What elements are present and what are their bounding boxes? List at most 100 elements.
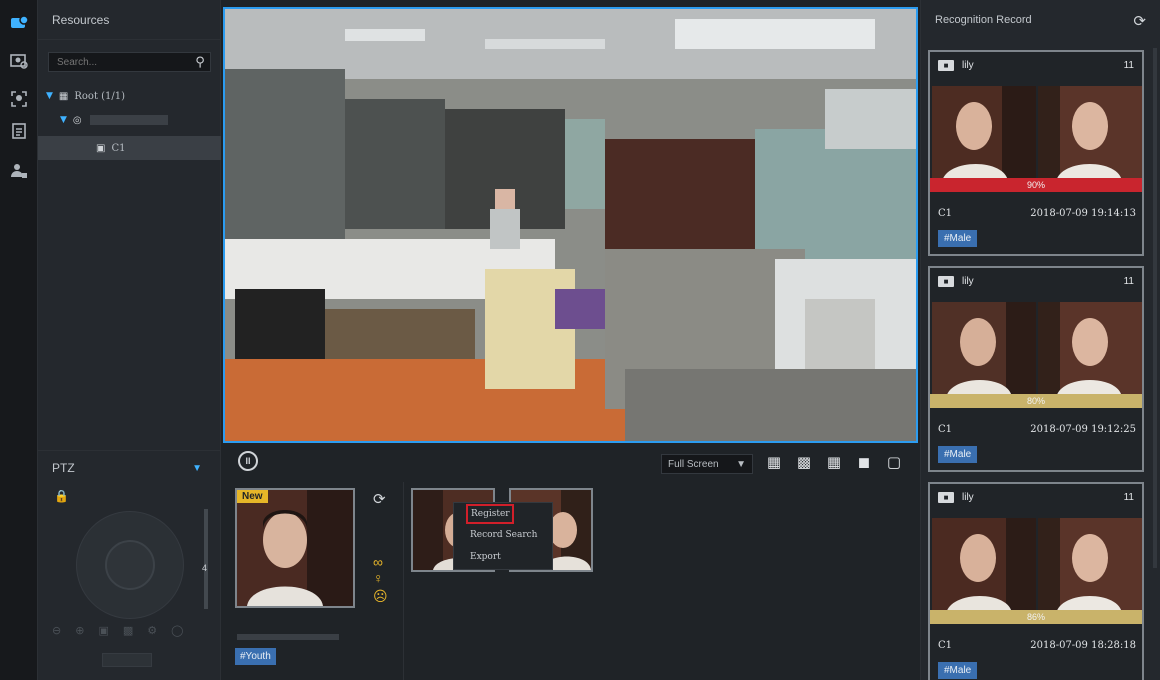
recognition-panel: Recognition Record ⟳ ■ lily 11 90% C1 201… bbox=[920, 0, 1160, 680]
iris-icon[interactable]: ⚙ bbox=[147, 624, 157, 637]
menu-item-register[interactable]: Register bbox=[466, 504, 514, 524]
custom-layout-icon[interactable]: ◼ bbox=[855, 454, 873, 472]
view-mode-value: Full Screen bbox=[668, 458, 719, 470]
library-face-image bbox=[1038, 86, 1142, 182]
chevron-down-icon[interactable]: ▼ bbox=[192, 463, 202, 474]
face-recognition-client: Resources ⚲ ▼ ▦ Root (1/1) ▼ ◎ ▣ C1 PTZ … bbox=[0, 0, 1160, 680]
organization-icon: ▦ bbox=[58, 90, 69, 102]
pause-icon[interactable]: II bbox=[238, 451, 258, 471]
focus-near-icon[interactable]: ▣ bbox=[98, 624, 108, 637]
attribute-tag: #Youth bbox=[235, 648, 276, 665]
glasses-icon: ∞ bbox=[373, 554, 383, 570]
search-box: ⚲ bbox=[48, 52, 211, 72]
similarity-score: 86% bbox=[930, 610, 1142, 624]
capture-count: 11 bbox=[1123, 276, 1134, 287]
capture-info-bar bbox=[237, 634, 339, 640]
library-face-image bbox=[1038, 302, 1142, 398]
face-pair bbox=[930, 302, 1142, 398]
ptz-joystick-center[interactable] bbox=[105, 540, 155, 590]
history-icon[interactable]: ⟳ bbox=[373, 490, 386, 508]
scrollbar[interactable] bbox=[1153, 48, 1157, 568]
search-icon[interactable]: ⚲ bbox=[190, 54, 210, 70]
lock-icon[interactable]: 🔒 bbox=[54, 489, 69, 503]
similarity-score: 80% bbox=[930, 394, 1142, 408]
person-config-icon[interactable] bbox=[6, 158, 32, 184]
ptz-panel: PTZ ▼ 🔒 4 ⊖ ⊕ ▣ ▩ ⚙ ◯ bbox=[38, 450, 221, 680]
layout-16-icon[interactable]: ▦ bbox=[825, 454, 843, 472]
face-pair bbox=[930, 518, 1142, 614]
recognition-title: Recognition Record bbox=[935, 14, 1032, 26]
face-library-icon[interactable] bbox=[6, 48, 32, 74]
chevron-down-icon: ▼ bbox=[736, 458, 746, 470]
female-icon: ♀ bbox=[373, 570, 384, 586]
new-badge: New bbox=[237, 490, 268, 503]
recognition-card[interactable]: ■ lily 11 80% C1 2018-07-09 19:12:25 #Mal… bbox=[928, 266, 1144, 472]
live-video-window[interactable] bbox=[223, 7, 918, 443]
recognition-card[interactable]: ■ lily 11 90% C1 2018-07-09 19:14:13 #Mal… bbox=[928, 50, 1144, 256]
person-name: lily bbox=[962, 276, 974, 287]
context-menu: Register Record Search Export bbox=[453, 502, 553, 570]
card-meta: C1 2018-07-09 19:14:13 bbox=[938, 208, 1136, 219]
zoom-out-icon[interactable]: ⊖ bbox=[52, 624, 61, 637]
id-card-icon: ■ bbox=[938, 276, 954, 287]
card-meta: C1 2018-07-09 19:12:25 bbox=[938, 424, 1136, 435]
tree-channel-c1[interactable]: ▣ C1 bbox=[38, 136, 221, 160]
ptz-speed-button[interactable] bbox=[102, 653, 152, 667]
latest-capture[interactable]: New bbox=[235, 488, 355, 608]
capture-strip: New #Youth ⟳ ∞ ♀ ☹ Register Record Searc… bbox=[223, 482, 918, 680]
record-time: 2018-07-09 19:14:13 bbox=[1030, 208, 1136, 219]
gender-tag: #Male bbox=[938, 446, 978, 463]
card-header: ■ lily 11 bbox=[938, 60, 1134, 71]
ptz-joystick[interactable] bbox=[76, 511, 184, 619]
recognition-card[interactable]: ■ lily 11 86% C1 2018-07-09 18:28:18 #Mal… bbox=[928, 482, 1144, 680]
nav-rail bbox=[0, 0, 38, 680]
zoom-in-icon[interactable]: ⊕ bbox=[75, 624, 84, 637]
capture-count: 11 bbox=[1123, 492, 1134, 503]
chevron-down-icon[interactable]: ▼ bbox=[46, 91, 53, 101]
face-search-icon[interactable] bbox=[6, 86, 32, 112]
record-time: 2018-07-09 18:28:18 bbox=[1030, 640, 1136, 651]
id-card-icon: ■ bbox=[938, 492, 954, 503]
zoom-value: 4 bbox=[202, 563, 208, 573]
menu-item-record-search[interactable]: Record Search bbox=[454, 524, 552, 546]
device-name-redacted bbox=[89, 115, 168, 125]
live-view-icon[interactable] bbox=[6, 10, 32, 36]
ptz-title: PTZ bbox=[52, 461, 75, 475]
channel-name: C1 bbox=[938, 640, 953, 651]
tree-device[interactable]: ▼ ◎ bbox=[38, 108, 221, 132]
menu-item-export[interactable]: Export bbox=[454, 546, 552, 568]
fullscreen-icon[interactable]: ▢ bbox=[885, 454, 903, 472]
device-icon: ◎ bbox=[72, 114, 82, 126]
strip-divider bbox=[403, 482, 404, 680]
resources-title: Resources bbox=[38, 0, 220, 40]
preset-icon[interactable]: ◯ bbox=[171, 624, 183, 637]
camera-icon: ▣ bbox=[96, 142, 106, 154]
focus-far-icon[interactable]: ▩ bbox=[123, 624, 133, 637]
gender-tag: #Male bbox=[938, 230, 978, 247]
capture-face-image bbox=[932, 86, 1036, 182]
card-header: ■ lily 11 bbox=[938, 276, 1134, 287]
ptz-header[interactable]: PTZ ▼ bbox=[38, 451, 220, 485]
view-mode-select[interactable]: Full Screen ▼ bbox=[661, 454, 753, 474]
channel-label: C1 bbox=[111, 142, 126, 154]
similarity-score: 90% bbox=[930, 178, 1142, 192]
layout-4-icon[interactable]: ▦ bbox=[765, 454, 783, 472]
zoom-slider[interactable] bbox=[204, 509, 208, 609]
tree-root[interactable]: ▼ ▦ Root (1/1) bbox=[38, 84, 221, 108]
card-header: ■ lily 11 bbox=[938, 492, 1134, 503]
person-name: lily bbox=[962, 492, 974, 503]
record-time: 2018-07-09 19:12:25 bbox=[1030, 424, 1136, 435]
capture-face-image bbox=[932, 302, 1036, 398]
report-icon[interactable] bbox=[6, 118, 32, 144]
capture-face-image bbox=[932, 518, 1036, 614]
history-icon[interactable]: ⟳ bbox=[1133, 12, 1146, 30]
library-face-image bbox=[1038, 518, 1142, 614]
face-pair bbox=[930, 86, 1142, 182]
resources-panel: Resources ⚲ ▼ ▦ Root (1/1) ▼ ◎ ▣ C1 bbox=[38, 0, 221, 450]
layout-9-icon[interactable]: ▩ bbox=[795, 454, 813, 472]
search-input[interactable] bbox=[49, 56, 190, 68]
face-image bbox=[237, 490, 353, 606]
chevron-down-icon[interactable]: ▼ bbox=[60, 115, 67, 125]
tree-root-label: Root (1/1) bbox=[74, 90, 126, 102]
capture-count: 11 bbox=[1123, 60, 1134, 71]
